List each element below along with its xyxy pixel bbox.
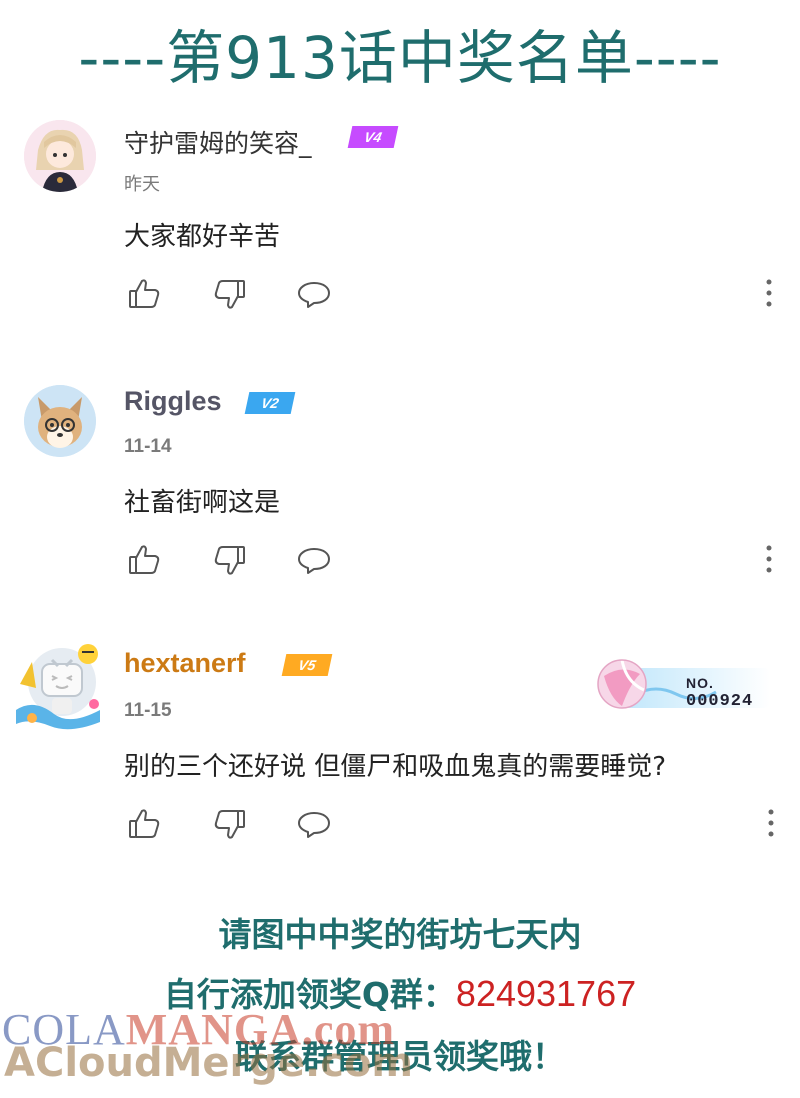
dog-avatar-icon xyxy=(24,385,96,457)
comment-date: 11-14 xyxy=(124,436,172,457)
like-icon[interactable] xyxy=(126,806,162,842)
level-badge: V5 xyxy=(281,654,333,676)
like-icon[interactable] xyxy=(126,276,162,312)
username[interactable]: hextanerf xyxy=(124,648,246,679)
like-icon[interactable] xyxy=(126,542,162,578)
badge-number: 000924 xyxy=(686,692,754,711)
comment-text: 大家都好辛苦 xyxy=(124,222,281,252)
reply-icon[interactable] xyxy=(296,542,332,578)
anime-girl-avatar[interactable] xyxy=(24,120,96,192)
tv-mascot-avatar[interactable] xyxy=(10,638,106,734)
more-options-icon[interactable] xyxy=(766,808,776,838)
tv-mascot-avatar-icon xyxy=(16,644,100,730)
badge-label: NO. xyxy=(686,675,714,691)
username[interactable]: Riggles xyxy=(124,386,222,417)
footer-line-1: 请图中中奖的街坊七天内 xyxy=(218,915,582,954)
username[interactable]: 守护雷姆的笑容_ xyxy=(124,124,312,160)
comment-item: Riggles V2 11-14 社畜街啊这是 xyxy=(0,378,800,628)
comment-text: 别的三个还好说 但僵尸和吸血鬼真的需要睡觉? xyxy=(124,752,667,782)
level-badge: V4 xyxy=(347,126,399,148)
dog-avatar[interactable] xyxy=(24,385,96,457)
comment-date: 11-15 xyxy=(124,700,172,721)
comment-text: 社畜街啊这是 xyxy=(124,488,281,518)
more-options-icon[interactable] xyxy=(764,278,774,308)
anime-girl-avatar-icon xyxy=(24,120,96,192)
fan-number-badge: NO. 000924 xyxy=(596,654,776,714)
dislike-icon[interactable] xyxy=(212,542,248,578)
dislike-icon[interactable] xyxy=(212,276,248,312)
comment-item: 守护雷姆的笑容_ V4 昨天 大家都好辛苦 xyxy=(0,112,800,362)
more-options-icon[interactable] xyxy=(764,544,774,574)
comment-date: 昨天 xyxy=(124,174,160,195)
reply-icon[interactable] xyxy=(296,276,332,312)
watermark-acloudmerge: ACloudMerge.com xyxy=(4,1040,414,1086)
page-title: ----第913话中奖名单---- xyxy=(78,24,722,92)
reply-icon[interactable] xyxy=(296,806,332,842)
level-badge: V2 xyxy=(244,392,296,414)
qq-group-number: 824931767 xyxy=(455,973,637,1014)
dislike-icon[interactable] xyxy=(212,806,248,842)
